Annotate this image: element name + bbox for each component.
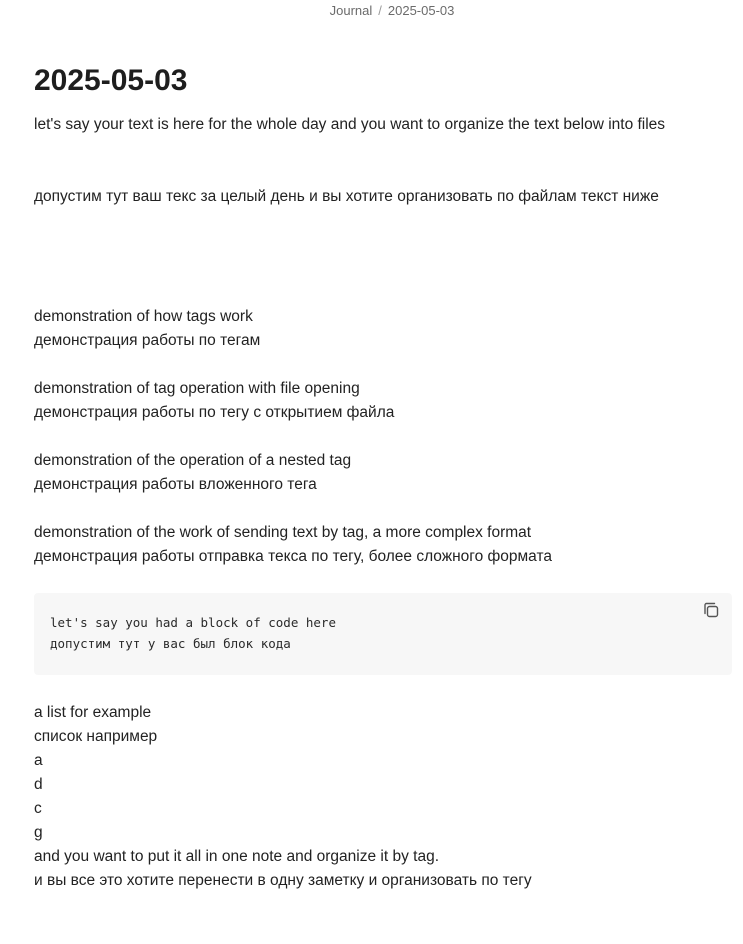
outro-ru: и вы все это хотите перенести в одну зам… xyxy=(34,872,532,889)
demo-1-en: demonstration of how tags work xyxy=(34,308,253,325)
breadcrumb-current: 2025-05-03 xyxy=(387,3,455,18)
code-line: let's say you had a block of code here xyxy=(50,615,336,630)
list-item: c xyxy=(34,800,42,817)
demo-2-en: demonstration of tag operation with file… xyxy=(34,380,360,397)
copy-icon[interactable] xyxy=(702,601,720,619)
demo-2-ru: демонстрация работы по тегу с открытием … xyxy=(34,404,395,421)
code-line: допустим тут у вас был блок кода xyxy=(50,636,291,651)
breadcrumb-separator: / xyxy=(378,3,382,18)
list-item: g xyxy=(34,824,43,841)
intro-en: let's say your text is here for the whol… xyxy=(34,116,666,133)
demo-3-en: demonstration of the operation of a nest… xyxy=(34,452,352,469)
intro-ru: допустим тут ваш текс за целый день и вы… xyxy=(34,188,659,205)
list-item: список например xyxy=(34,728,158,745)
demo-4-ru: демонстрация работы отправка текса по те… xyxy=(34,548,553,565)
list-item: d xyxy=(34,776,43,793)
outro-en: and you want to put it all in one note a… xyxy=(34,848,439,865)
page-title: 2025-05-03 xyxy=(34,64,188,97)
list-item: a list for example xyxy=(34,704,152,721)
demo-1-ru: демонстрация работы по тегам xyxy=(34,332,261,349)
list-item: a xyxy=(34,752,43,769)
demo-3-ru: демонстрация работы вложенного тега xyxy=(34,476,317,493)
breadcrumb: Journal / 2025-05-03 xyxy=(0,3,743,18)
demo-4-en: demonstration of the work of sending tex… xyxy=(34,524,532,541)
breadcrumb-parent[interactable]: Journal xyxy=(330,3,373,18)
code-block[interactable]: let's say you had a block of code here д… xyxy=(34,593,732,675)
